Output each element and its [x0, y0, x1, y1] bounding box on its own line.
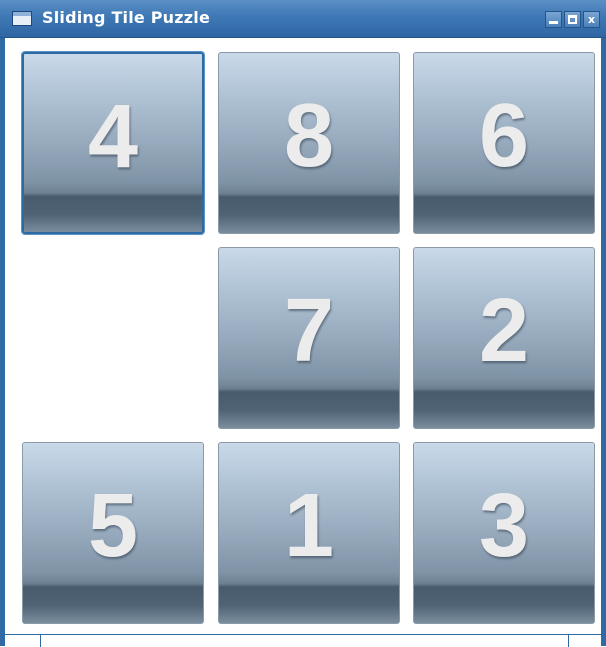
window-title: Sliding Tile Puzzle: [42, 8, 211, 27]
close-button[interactable]: x: [583, 11, 600, 28]
app-window: Sliding Tile Puzzle x 4 8 6 7 2 5 1 3: [0, 0, 606, 647]
tile-4[interactable]: 4: [22, 52, 204, 234]
window-icon: [12, 11, 32, 26]
puzzle-board: 4 8 6 7 2 5 1 3: [5, 38, 601, 634]
maximize-button[interactable]: [564, 11, 581, 28]
tile-2[interactable]: 2: [413, 247, 595, 429]
tile-number: 8: [283, 86, 335, 186]
tile-3[interactable]: 3: [413, 442, 595, 624]
tile-number: 1: [283, 476, 335, 576]
tile-number: 2: [478, 281, 530, 381]
title-bar[interactable]: Sliding Tile Puzzle x: [0, 0, 606, 38]
tile-number: 7: [283, 281, 335, 381]
tile-8[interactable]: 8: [218, 52, 400, 234]
empty-slot: [22, 247, 204, 429]
minimize-button[interactable]: [545, 11, 562, 28]
tile-number: 3: [478, 476, 530, 576]
status-divider: [568, 635, 569, 647]
window-bottom-edge: [5, 634, 601, 647]
maximize-icon: [568, 15, 577, 24]
tile-5[interactable]: 5: [22, 442, 204, 624]
minimize-icon: [549, 21, 558, 24]
tile-number: 4: [87, 87, 139, 187]
tile-6[interactable]: 6: [413, 52, 595, 234]
close-icon: x: [587, 13, 596, 26]
tile-number: 5: [87, 476, 139, 576]
tile-1[interactable]: 1: [218, 442, 400, 624]
status-divider: [40, 635, 41, 647]
tile-7[interactable]: 7: [218, 247, 400, 429]
tile-number: 6: [478, 86, 530, 186]
